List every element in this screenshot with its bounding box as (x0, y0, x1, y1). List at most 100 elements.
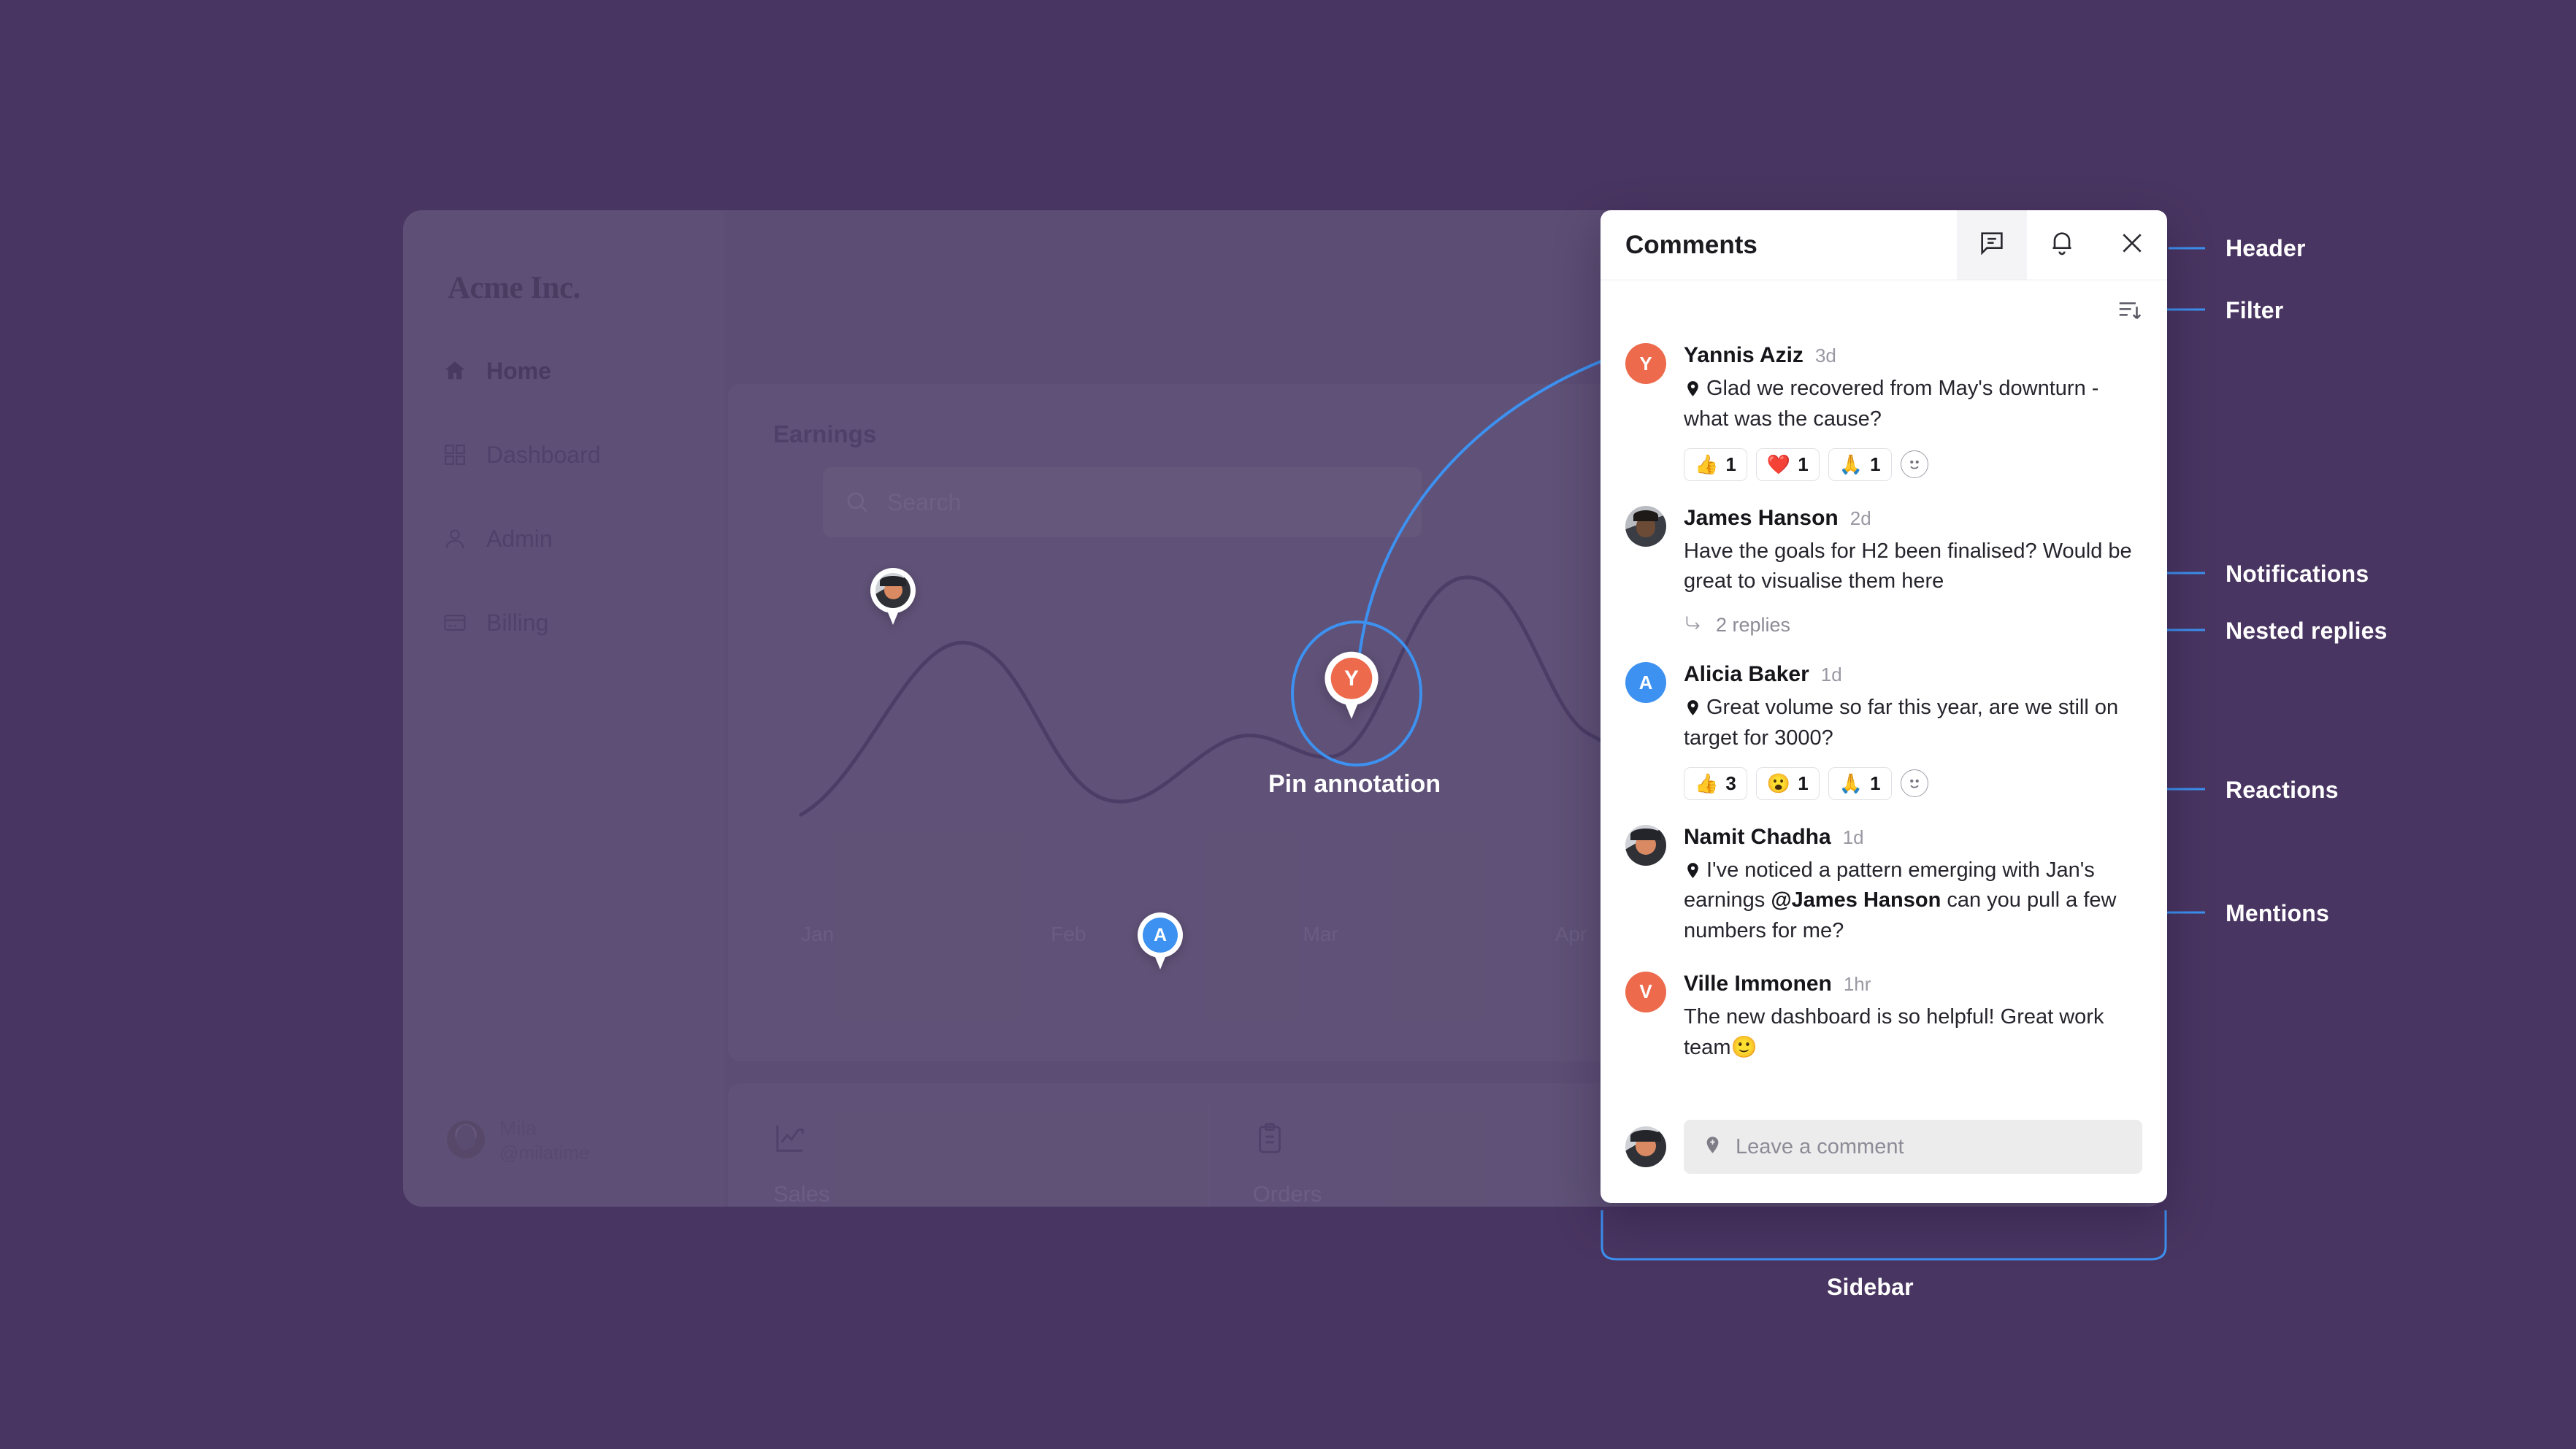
x-tick: Jan (801, 923, 835, 945)
reaction-chip[interactable]: 😮 1 (1755, 766, 1820, 800)
comment-text: Have the goals for H2 been finalised? Wo… (1684, 539, 2132, 593)
comments-thread: Y Yannis Aziz 3d Glad we recovered from … (1601, 343, 2167, 1108)
comment-item[interactable]: James Hanson 2d Have the goals for H2 be… (1625, 505, 2142, 638)
reaction-bar: 👍 3 😮 1 🙏 1 (1684, 766, 2142, 800)
avatar (1625, 505, 1666, 547)
sidebar-item-label: Billing (486, 609, 549, 636)
reaction-bar: 👍 1 ❤️ 1 🙏 1 (1684, 447, 2142, 481)
x-tick: Feb (1051, 923, 1086, 945)
avatar: Y (1625, 343, 1666, 384)
brand-logo: Acme Inc. (448, 271, 580, 305)
reaction-count: 3 (1725, 772, 1736, 794)
clipboard-icon (1253, 1121, 1287, 1155)
location-pin-icon (1684, 377, 1702, 399)
reaction-chip[interactable]: 🙏 1 (1828, 447, 1892, 481)
comment-item[interactable]: A Alicia Baker 1d Great volume so far th… (1625, 662, 2142, 800)
home-icon (442, 358, 467, 383)
comment-text-wrapper: Glad we recovered from May's downturn - … (1684, 374, 2142, 435)
sort-descending-icon[interactable] (2116, 296, 2144, 328)
comment-author: Namit Chadha (1684, 824, 1831, 849)
pin-initial: Y (1330, 658, 1373, 699)
comment-timestamp: 1hr (1843, 972, 1871, 995)
panel-header: Comments (1601, 210, 2167, 280)
pin-initial: A (1143, 918, 1178, 953)
sidebar-item-admin[interactable]: Admin (442, 520, 691, 558)
pin-yannis[interactable]: Y (1325, 651, 1379, 720)
filter-row (1601, 280, 2167, 343)
comment-text: Glad we recovered from May's downturn - … (1684, 377, 2099, 431)
comment-author: Alicia Baker (1684, 662, 1809, 686)
sidebar-item-label: Admin (486, 525, 553, 552)
sidebar-nav: Home Dashboard Admin Billing (442, 352, 691, 688)
close-panel-button[interactable] (2097, 210, 2167, 280)
x-tick: Apr (1555, 923, 1587, 945)
comments-tab-button[interactable] (1957, 210, 2027, 280)
sidebar-item-billing[interactable]: Billing (442, 604, 691, 642)
screenshot-stage: Acme Inc. Home Dashboard Admin Billing M… (0, 0, 2576, 1449)
comment-item[interactable]: V Ville Immonen 1hr The new dashboard is… (1625, 971, 2142, 1064)
app-sidebar: Acme Inc. Home Dashboard Admin Billing M… (403, 210, 724, 1207)
reaction-count: 1 (1798, 772, 1809, 794)
comment-bubble-icon (1977, 228, 2006, 261)
comment-author: James Hanson (1684, 505, 1839, 530)
comment-text: Great volume so far this year, are we st… (1684, 696, 2119, 750)
add-pin-icon (1703, 1135, 1722, 1159)
chart-title: Earnings (773, 420, 877, 447)
sidebar-item-dashboard[interactable]: Dashboard (442, 436, 691, 474)
comment-text: The new dashboard is so helpful! Great w… (1684, 1004, 2104, 1059)
x-tick: Mar (1303, 923, 1338, 945)
sidebar-item-home[interactable]: Home (442, 352, 691, 390)
reaction-emoji: 😮 (1766, 772, 1791, 794)
nested-replies-link[interactable]: 2 replies (1684, 613, 2142, 637)
reaction-emoji: 🙏 (1839, 453, 1863, 475)
grid-icon (442, 442, 467, 467)
add-reaction-button[interactable] (1900, 769, 1928, 797)
reaction-count: 1 (1870, 453, 1881, 475)
reaction-chip[interactable]: 🙏 1 (1828, 766, 1892, 800)
annotation-label-sidebar: Sidebar (1827, 1274, 1914, 1300)
avatar: A (1625, 662, 1666, 703)
reaction-emoji: 🙏 (1839, 772, 1863, 794)
reaction-count: 1 (1725, 453, 1736, 475)
bell-icon (2047, 228, 2077, 261)
panel-title: Comments (1625, 230, 1757, 259)
notifications-tab-button[interactable] (2027, 210, 2097, 280)
profile-handle: @milatime (499, 1141, 590, 1164)
annotation-label-header: Header (2226, 235, 2306, 261)
annotation-label-notifications: Notifications (2226, 561, 2369, 587)
comment-input-placeholder: Leave a comment (1736, 1134, 1904, 1158)
reaction-chip[interactable]: 👍 3 (1684, 766, 1747, 800)
comment-text-wrapper: Great volume so far this year, are we st… (1684, 693, 2142, 754)
reaction-count: 1 (1798, 453, 1809, 475)
close-icon (2117, 228, 2147, 261)
user-icon (442, 526, 467, 551)
pin-alicia[interactable]: A (1138, 912, 1183, 971)
comment-item[interactable]: Namit Chadha 1d I've noticed a pattern e… (1625, 824, 2142, 947)
sidebar-item-label: Dashboard (486, 441, 601, 468)
pin-namit[interactable] (870, 568, 916, 626)
replies-count: 2 replies (1716, 614, 1791, 636)
reaction-emoji: ❤️ (1766, 453, 1791, 475)
comment-item[interactable]: Y Yannis Aziz 3d Glad we recovered from … (1625, 343, 2142, 481)
avatar (447, 1121, 485, 1159)
comment-timestamp: 1d (1820, 664, 1842, 685)
comment-composer: Leave a comment (1601, 1108, 2167, 1203)
reaction-count: 1 (1870, 772, 1881, 794)
line-chart-icon (773, 1121, 807, 1155)
mention-token[interactable]: @James Hanson (1771, 888, 1941, 912)
avatar (1625, 824, 1666, 866)
avatar: V (1625, 971, 1666, 1012)
reaction-chip[interactable]: ❤️ 1 (1755, 447, 1820, 481)
comment-text-wrapper: I've noticed a pattern emerging with Jan… (1684, 856, 2142, 947)
annotation-label-nested-replies: Nested replies (2226, 618, 2388, 644)
comment-input[interactable]: Leave a comment (1684, 1120, 2142, 1174)
reaction-emoji: 👍 (1695, 453, 1719, 475)
reaction-chip[interactable]: 👍 1 (1684, 447, 1747, 481)
avatar (875, 573, 911, 608)
reaction-emoji: 👍 (1695, 772, 1719, 794)
add-reaction-button[interactable] (1900, 450, 1928, 478)
stat-sales: Sales $250k (728, 1083, 1208, 1207)
sidebar-user-profile[interactable]: Mila @milatime (447, 1115, 589, 1165)
pin-annotation-label: Pin annotation (1268, 770, 1441, 798)
credit-card-icon (442, 610, 467, 635)
